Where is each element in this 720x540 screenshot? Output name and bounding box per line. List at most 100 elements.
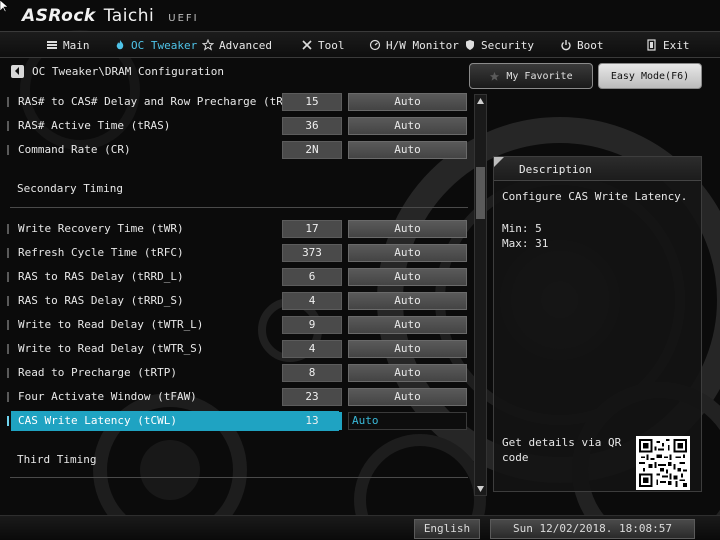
brand: ASRock Taichi UEFI: [22, 6, 199, 30]
description-range: Min: 5 Max: 31: [502, 221, 548, 251]
setting-label: RAS# Active Time (tRAS): [18, 119, 171, 132]
tab-hw-monitor[interactable]: H/W Monitor: [369, 32, 459, 58]
tab-security-label: Security: [481, 38, 534, 52]
easy-mode-button[interactable]: Easy Mode(F6): [598, 63, 702, 89]
language-button[interactable]: English: [414, 519, 480, 539]
description-text: Configure CAS Write Latency.: [502, 190, 688, 203]
brand-edition: UEFI: [168, 13, 199, 24]
setting-current-value: 9: [282, 316, 342, 334]
setting-select[interactable]: Auto: [348, 388, 467, 406]
list-scrollbar[interactable]: [474, 94, 487, 496]
description-header: Description: [494, 157, 701, 181]
section-divider: [10, 207, 468, 208]
star-icon: [490, 71, 500, 81]
setting-label: Write Recovery Time (tWR): [18, 222, 184, 235]
flame-icon: [116, 40, 124, 50]
setting-select[interactable]: Auto: [348, 316, 467, 334]
setting-label: RAS# to CAS# Delay and Row Precharge (tR…: [18, 95, 323, 108]
setting-label: Read to Precharge (tRTP): [18, 366, 177, 379]
setting-label: RAS to RAS Delay (tRRD_S): [18, 294, 184, 307]
setting-current-value: 2N: [282, 141, 342, 159]
section-title-third: Third Timing: [17, 453, 97, 466]
setting-select[interactable]: Auto: [348, 340, 467, 358]
panel-corner-accent: [494, 157, 504, 167]
setting-select[interactable]: Auto: [348, 268, 467, 286]
my-favorite-label: My Favorite: [506, 70, 573, 82]
setting-current-value: 36: [282, 117, 342, 135]
tab-oc-tweaker[interactable]: OC Tweaker: [114, 32, 197, 58]
brand-logo: ASRock: [22, 6, 96, 26]
setting-row-tfaw[interactable]: Four Activate Window (tFAW) 23 Auto: [7, 387, 469, 407]
tab-boot-label: Boot: [577, 38, 604, 52]
setting-current-value: 4: [282, 340, 342, 358]
row-marker: [7, 272, 9, 282]
tab-main-label: Main: [63, 38, 90, 52]
setting-current-value: 4: [282, 292, 342, 310]
shield-icon: [466, 40, 474, 50]
tab-advanced[interactable]: Advanced: [202, 32, 272, 58]
back-button[interactable]: [11, 64, 24, 78]
setting-select[interactable]: Auto: [348, 93, 467, 111]
setting-select[interactable]: Auto: [348, 244, 467, 262]
row-marker: [7, 248, 9, 258]
setting-select[interactable]: Auto: [348, 117, 467, 135]
row-marker: [7, 97, 9, 107]
row-marker: [7, 121, 9, 131]
description-min: Min: 5: [502, 222, 542, 235]
setting-row-trcdtrp[interactable]: RAS# to CAS# Delay and Row Precharge (tR…: [7, 92, 469, 112]
setting-row-tcwl-selected[interactable]: CAS Write Latency (tCWL) 13 Auto: [7, 411, 469, 431]
setting-current-value: 17: [282, 220, 342, 238]
tab-security[interactable]: Security: [464, 32, 534, 58]
setting-row-twtr-l[interactable]: Write to Read Delay (tWTR_L) 9 Auto: [7, 315, 469, 335]
tab-boot[interactable]: Boot: [560, 32, 604, 58]
easy-mode-label: Easy Mode(F6): [610, 70, 690, 82]
scroll-up-arrow-icon[interactable]: [476, 97, 485, 106]
tab-tool-label: Tool: [318, 38, 345, 52]
row-marker: [7, 296, 9, 306]
setting-label: Refresh Cycle Time (tRFC): [18, 246, 184, 259]
row-marker: [7, 145, 9, 155]
setting-label: Write to Read Delay (tWTR_L): [18, 318, 204, 331]
setting-row-trfc[interactable]: Refresh Cycle Time (tRFC) 373 Auto: [7, 243, 469, 263]
breadcrumb: OC Tweaker\DRAM Configuration: [11, 63, 224, 79]
top-navigation: Main OC Tweaker Advanced Tool H/W Monito…: [0, 31, 720, 58]
my-favorite-button[interactable]: My Favorite: [469, 63, 593, 89]
setting-row-command-rate[interactable]: Command Rate (CR) 2N Auto: [7, 140, 469, 160]
star-icon: [202, 39, 214, 51]
setting-row-trrd-s[interactable]: RAS to RAS Delay (tRRD_S) 4 Auto: [7, 291, 469, 311]
setting-row-trrd-l[interactable]: RAS to RAS Delay (tRRD_L) 6 Auto: [7, 267, 469, 287]
brand-series: Taichi: [103, 6, 155, 26]
tab-exit[interactable]: Exit: [646, 32, 690, 58]
row-marker: [7, 344, 9, 354]
tab-tool[interactable]: Tool: [301, 32, 345, 58]
setting-select[interactable]: Auto: [348, 412, 467, 430]
qr-hint-text: Get details via QR code: [502, 436, 622, 464]
tab-advanced-label: Advanced: [219, 38, 272, 52]
setting-current-value: 13: [282, 412, 342, 430]
row-marker: [7, 392, 9, 402]
system-datetime: Sun 12/02/2018. 18:08:57: [490, 519, 695, 539]
tools-icon: [302, 40, 312, 50]
scroll-down-arrow-icon[interactable]: [476, 484, 485, 493]
setting-select[interactable]: Auto: [348, 220, 467, 238]
setting-select[interactable]: Auto: [348, 364, 467, 382]
setting-label: Write to Read Delay (tWTR_S): [18, 342, 204, 355]
setting-row-trtp[interactable]: Read to Precharge (tRTP) 8 Auto: [7, 363, 469, 383]
setting-current-value: 373: [282, 244, 342, 262]
setting-select[interactable]: Auto: [348, 292, 467, 310]
exit-door-icon: [647, 39, 656, 51]
setting-label: Command Rate (CR): [18, 143, 131, 156]
monitor-icon: [369, 39, 381, 51]
section-title-secondary: Secondary Timing: [17, 182, 123, 195]
row-marker: [7, 224, 9, 234]
tab-main[interactable]: Main: [46, 32, 90, 58]
setting-row-tras[interactable]: RAS# Active Time (tRAS) 36 Auto: [7, 116, 469, 136]
setting-row-twtr-s[interactable]: Write to Read Delay (tWTR_S) 4 Auto: [7, 339, 469, 359]
tab-hw-monitor-label: H/W Monitor: [386, 38, 459, 52]
status-footer: English Sun 12/02/2018. 18:08:57: [0, 515, 720, 540]
row-marker: [7, 368, 9, 378]
setting-row-twr[interactable]: Write Recovery Time (tWR) 17 Auto: [7, 219, 469, 239]
scrollbar-thumb[interactable]: [476, 167, 485, 219]
mouse-cursor-icon: [0, 0, 9, 12]
setting-select[interactable]: Auto: [348, 141, 467, 159]
